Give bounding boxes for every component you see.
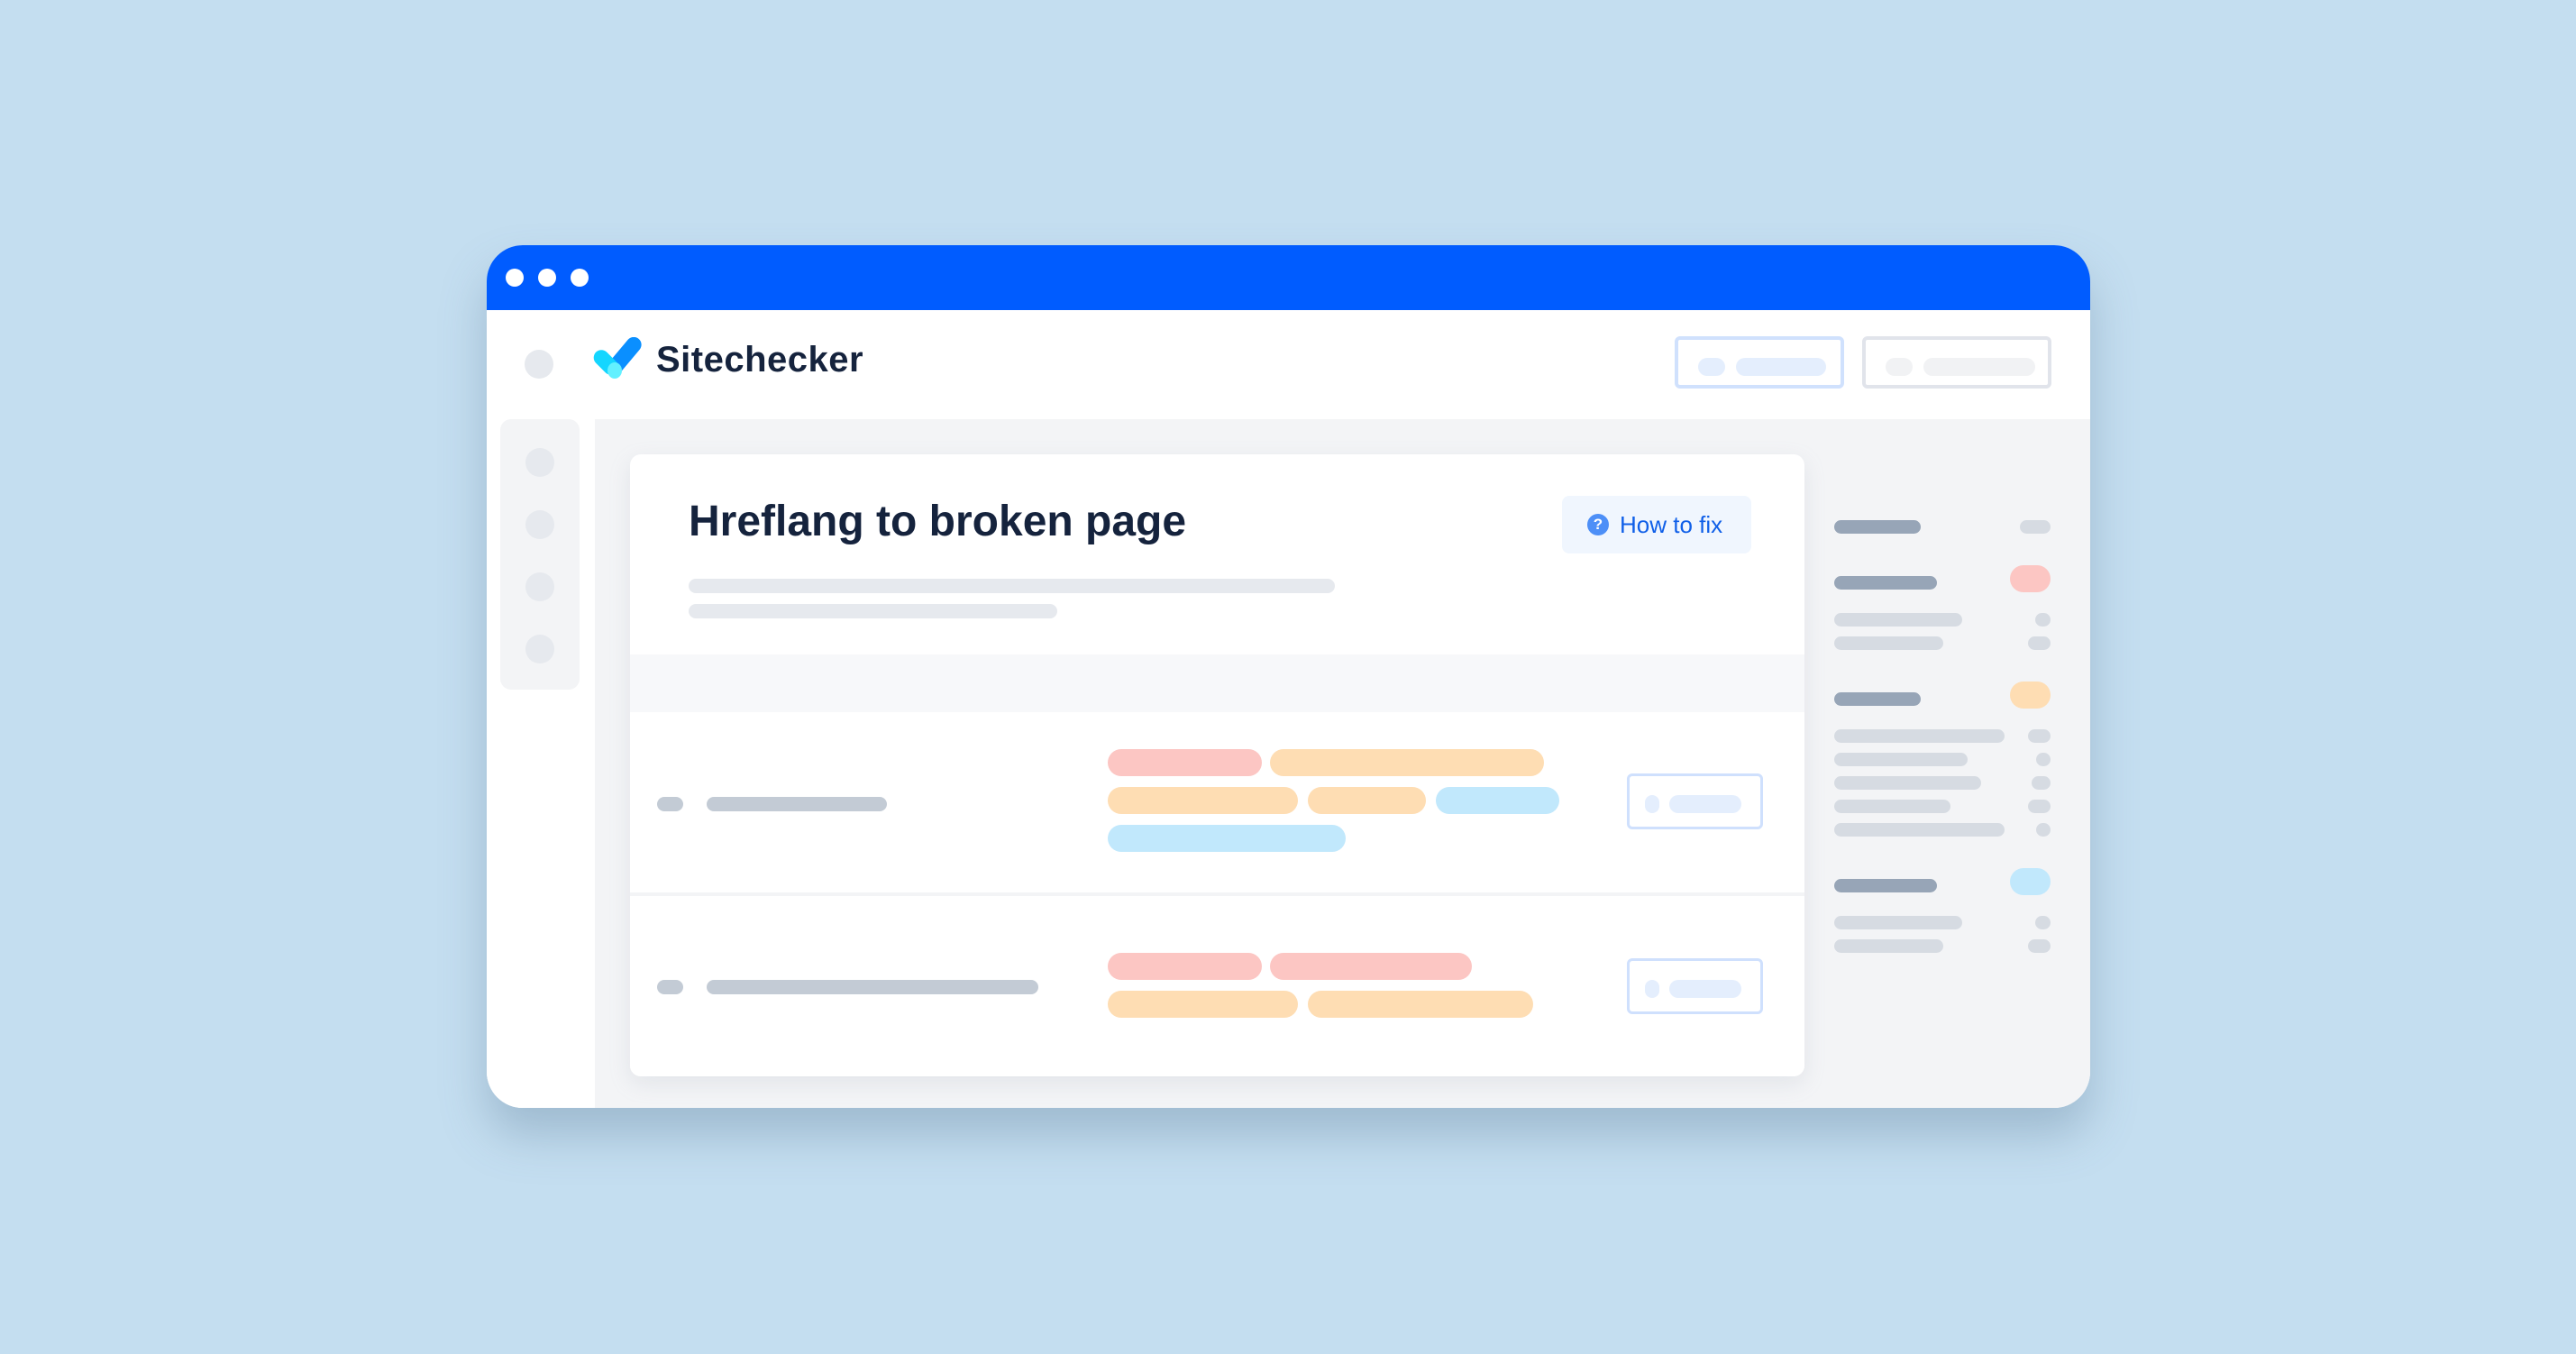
button-label-placeholder [1736, 358, 1826, 376]
summary-line-placeholder [1834, 636, 1943, 650]
tag-pink [1108, 953, 1262, 980]
summary-count-placeholder [2035, 916, 2051, 929]
summary-count-placeholder [2028, 636, 2051, 650]
button-label-placeholder [1669, 980, 1741, 998]
summary-count-placeholder [2035, 613, 2051, 627]
tag-orange [1108, 787, 1298, 814]
tag-pink [1270, 953, 1472, 980]
summary-heading-placeholder [1834, 520, 1921, 534]
row-icon-placeholder [657, 797, 683, 811]
sidebar-item-4-icon[interactable] [525, 635, 554, 663]
summary-line-placeholder [1834, 613, 1962, 627]
tag-orange [1108, 991, 1298, 1018]
button-icon-placeholder [1886, 358, 1913, 376]
tag-blue [1108, 825, 1346, 852]
how-to-fix-label: How to fix [1620, 511, 1723, 538]
how-to-fix-button[interactable]: ? How to fix [1562, 496, 1751, 553]
summary-line-placeholder [1834, 823, 2005, 837]
button-icon-placeholder [1698, 358, 1725, 376]
summary-count-placeholder [2028, 939, 2051, 953]
app-header: Sitechecker [487, 310, 2090, 419]
table-header [630, 654, 1804, 712]
tag-blue [1436, 787, 1559, 814]
tag-pink [1108, 749, 1262, 776]
sidebar-item-1-icon[interactable] [525, 448, 554, 477]
summary-line-placeholder [1834, 776, 1981, 790]
window-dot-maximize[interactable] [571, 269, 589, 287]
summary-heading-placeholder [1834, 692, 1921, 706]
button-icon-placeholder [1645, 795, 1659, 813]
window-dot-close[interactable] [506, 269, 524, 287]
summary-count-placeholder [2028, 800, 2051, 813]
sidebar-nav [500, 419, 580, 690]
summary-heading-placeholder [1834, 576, 1937, 590]
header-button-secondary[interactable] [1862, 336, 2051, 389]
summary-line-placeholder [1834, 800, 1950, 813]
summary-count-placeholder [2032, 776, 2051, 790]
tag-orange [1270, 749, 1544, 776]
row-action-button[interactable] [1627, 773, 1763, 829]
sidebar-item-2-icon[interactable] [525, 510, 554, 539]
row-url-placeholder[interactable] [707, 797, 887, 811]
browser-window: Sitechecker Hreflang to broken page ? Ho… [487, 245, 2090, 1108]
sidebar-item-3-icon[interactable] [525, 572, 554, 601]
summary-badge-orange [2010, 682, 2051, 709]
window-titlebar [487, 245, 2090, 310]
summary-badge-blue [2010, 868, 2051, 895]
checkmark-logo-icon [593, 337, 642, 379]
tag-orange [1308, 787, 1426, 814]
button-label-placeholder [1923, 358, 2035, 376]
issue-title: Hreflang to broken page [689, 498, 1187, 545]
table-row[interactable] [630, 896, 1804, 1076]
right-summary-panel [1834, 419, 2090, 1108]
row-icon-placeholder [657, 980, 683, 994]
row-url-placeholder[interactable] [707, 980, 1038, 994]
description-line-placeholder [689, 604, 1057, 618]
tag-orange [1308, 991, 1533, 1018]
button-icon-placeholder [1645, 980, 1659, 998]
summary-heading-placeholder [1834, 879, 1937, 892]
help-icon: ? [1587, 514, 1609, 535]
issue-card: Hreflang to broken page ? How to fix [630, 454, 1804, 1076]
summary-count-placeholder [2020, 520, 2051, 534]
header-button-primary[interactable] [1675, 336, 1844, 389]
description-line-placeholder [689, 579, 1335, 593]
summary-line-placeholder [1834, 753, 1968, 766]
summary-count-placeholder [2028, 729, 2051, 743]
summary-line-placeholder [1834, 916, 1962, 929]
summary-line-placeholder [1834, 939, 1943, 953]
table-row[interactable] [630, 712, 1804, 892]
summary-line-placeholder [1834, 729, 2005, 743]
row-action-button[interactable] [1627, 958, 1763, 1014]
window-dot-minimize[interactable] [538, 269, 556, 287]
logo-text: Sitechecker [656, 340, 864, 380]
summary-count-placeholder [2036, 753, 2051, 766]
summary-badge-pink [2010, 565, 2051, 592]
button-label-placeholder [1669, 795, 1741, 813]
summary-count-placeholder [2036, 823, 2051, 837]
menu-toggle-icon[interactable] [525, 350, 553, 379]
